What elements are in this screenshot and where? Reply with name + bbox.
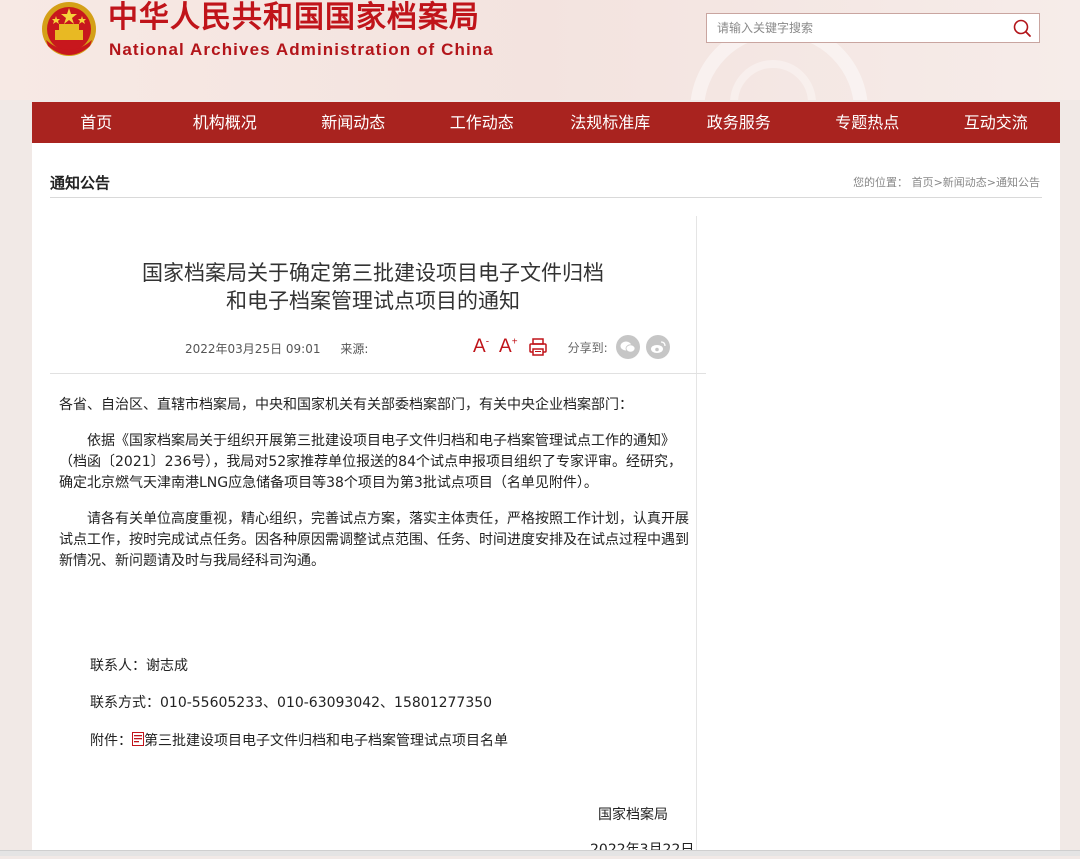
attachment-row: 附件： 第三批建设项目电子文件归档和电子档案管理试点项目名单 <box>90 730 508 750</box>
weibo-icon[interactable] <box>645 335 670 359</box>
source-label: 来源: <box>340 342 369 356</box>
search-input[interactable] <box>707 14 997 42</box>
print-icon[interactable] <box>528 337 548 357</box>
article-paragraph: 请各有关单位高度重视，精心组织，完善试点方案，落实主体责任，严格按照工作计划，认… <box>59 511 689 569</box>
site-header: 中华人民共和国国家档案局 National Archives Administr… <box>0 0 1080 100</box>
article-title-line2: 和电子档案管理试点项目的通知 <box>226 289 520 313</box>
site-title-english[interactable]: National Archives Administration of Chin… <box>109 40 494 60</box>
section-title: 通知公告 <box>50 174 111 192</box>
signature: 国家档案局 <box>598 807 668 823</box>
article-tools: A- A+ 分享到: <box>473 334 676 360</box>
breadcrumb-separator: > <box>933 176 943 189</box>
attachment-link[interactable]: 第三批建设项目电子文件归档和电子档案管理试点项目名单 <box>144 733 508 749</box>
publish-date: 2022年03月25日 09:01 <box>185 342 321 356</box>
main-nav: 首页 机构概况 新闻动态 工作动态 法规标准库 政务服务 专题热点 互动交流 <box>32 102 1060 143</box>
site-title[interactable]: 中华人民共和国国家档案局 <box>108 0 480 36</box>
attachment-label: 附件： <box>90 733 132 749</box>
nav-item-organization[interactable]: 机构概况 <box>161 102 290 143</box>
sign-date: 2022年3月22日 <box>590 839 694 859</box>
article-salutation: 各省、自治区、直辖市档案局，中央和国家机关有关部委档案部门，有关中央企业档案部门… <box>59 397 633 413</box>
font-decrease-label: A <box>473 336 486 357</box>
article-body: 各省、自治区、直辖市档案局，中央和国家机关有关部委档案部门，有关中央企业档案部门… <box>59 395 691 587</box>
nav-item-work[interactable]: 工作动态 <box>418 102 547 143</box>
font-increase-label: A <box>499 336 512 357</box>
browser-bottom-edge <box>0 850 1080 856</box>
breadcrumb-prefix: 您的位置： <box>853 176 909 189</box>
search-box <box>706 13 1040 43</box>
breadcrumb-news-link[interactable]: 新闻动态 <box>943 176 987 189</box>
breadcrumb: 您的位置： 首页>新闻动态>通知公告 <box>853 174 1040 190</box>
font-increase-button[interactable]: A+ <box>499 336 518 358</box>
nav-item-home[interactable]: 首页 <box>32 102 161 143</box>
search-icon[interactable] <box>1011 17 1033 39</box>
nav-item-regulations[interactable]: 法规标准库 <box>546 102 675 143</box>
article-meta: 2022年03月25日 09:01 来源: <box>185 340 368 357</box>
article-paragraph: 依据《国家档案局关于组织开展第三批建设项目电子文件归档和电子档案管理试点工作的通… <box>59 433 682 491</box>
contact-phone: 联系方式：010-55605233、010-63093042、158012773… <box>90 695 493 711</box>
nav-item-services[interactable]: 政务服务 <box>675 102 804 143</box>
breadcrumb-current-link[interactable]: 通知公告 <box>996 176 1040 189</box>
nav-item-interaction[interactable]: 互动交流 <box>932 102 1061 143</box>
pdf-file-icon[interactable] <box>132 732 144 746</box>
main-content: 通知公告 您的位置： 首页>新闻动态>通知公告 国家档案局关于确定第三批建设项目… <box>32 143 1060 859</box>
breadcrumb-home-link[interactable]: 首页 <box>912 176 934 189</box>
font-decrease-button[interactable]: A- <box>473 336 489 358</box>
share-label: 分享到: <box>567 340 608 355</box>
article-title: 国家档案局关于确定第三批建设项目电子文件归档 和电子档案管理试点项目的通知 <box>50 259 696 315</box>
article-divider <box>50 373 706 374</box>
article-title-line1: 国家档案局关于确定第三批建设项目电子文件归档 <box>142 261 604 285</box>
section-divider <box>50 197 1042 198</box>
national-emblem-icon[interactable] <box>40 0 98 58</box>
wechat-icon[interactable] <box>615 335 640 359</box>
breadcrumb-separator: > <box>986 176 996 189</box>
contact-person: 联系人：谢志成 <box>90 658 188 674</box>
nav-item-news[interactable]: 新闻动态 <box>289 102 418 143</box>
nav-item-topics[interactable]: 专题热点 <box>803 102 932 143</box>
article: 国家档案局关于确定第三批建设项目电子文件归档 和电子档案管理试点项目的通知 20… <box>50 216 706 859</box>
